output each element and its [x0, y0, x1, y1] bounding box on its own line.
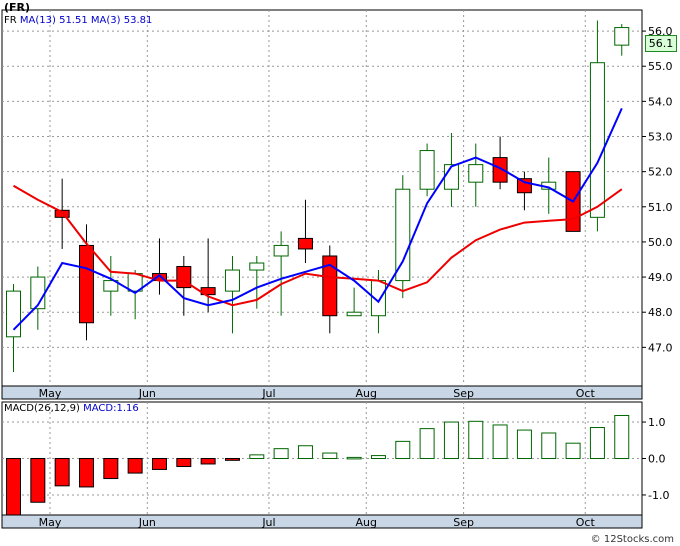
price-month-label: Sep — [453, 387, 474, 400]
macd-bar-positive — [249, 454, 265, 459]
price-tick-label: 55.0 — [648, 60, 673, 73]
price-month-label: Jul — [261, 387, 275, 400]
price-tick-label: 53.0 — [648, 131, 673, 144]
price-tick-label: 47.0 — [648, 341, 673, 354]
credit-label: © 12Stocks.com — [590, 534, 674, 545]
macd-bar-positive — [370, 455, 386, 459]
macd-bar-positive — [273, 448, 289, 459]
macd-label: MACD(26,12,9) — [4, 403, 80, 414]
candle-down — [78, 244, 94, 324]
macd-month-label: Sep — [453, 516, 474, 529]
candle-up — [346, 311, 362, 317]
macd-tick-label: 1.0 — [648, 416, 666, 429]
ma3-value: 53.81 — [123, 15, 153, 26]
macd-bar-positive — [443, 421, 459, 460]
macd-bar-negative — [224, 458, 240, 461]
macd-bar-positive — [322, 452, 338, 459]
candle-up — [468, 164, 484, 183]
macd-bar-positive — [468, 420, 484, 460]
ticker-label: FR — [4, 15, 17, 26]
price-tick-label: 48.0 — [648, 306, 673, 319]
macd-bar-negative — [200, 458, 216, 465]
macd-bar-positive — [589, 427, 605, 460]
macd-bar-positive — [565, 442, 581, 459]
macd-bar-negative — [78, 458, 94, 488]
ma13-value: 51.51 — [59, 15, 88, 26]
price-month-label: Aug — [356, 387, 377, 400]
macd-month-label: Jun — [138, 516, 156, 529]
candle-up — [224, 269, 240, 292]
ma3-label: MA(3) — [90, 15, 121, 26]
candle-down — [516, 178, 532, 194]
price-month-band — [1, 385, 643, 400]
macd-bar-positive — [492, 424, 508, 459]
macd-bar-positive — [297, 445, 313, 460]
candle-up — [443, 164, 459, 190]
last-price-tag: 56.1 — [645, 35, 677, 52]
macd-month-label: Aug — [356, 516, 377, 529]
macd-tick-label: -1.0 — [648, 489, 669, 502]
price-tick-label: 54.0 — [648, 95, 673, 108]
ma13-label: MA(13) — [19, 15, 56, 26]
chart-stage: 47.0 48.0 49.0 50.0 51.0 52.0 53.0 54.0 55.0 56.0… — [0, 0, 680, 546]
candle-up — [589, 62, 605, 218]
macd-bar-negative — [103, 458, 119, 480]
price-month-label: May — [39, 387, 62, 400]
candle-up — [395, 188, 411, 282]
macd-bar-negative — [54, 458, 70, 487]
candle-up — [419, 150, 435, 190]
macd-bar-positive — [516, 429, 532, 460]
macd-bar-positive — [614, 414, 630, 459]
price-tick-label: 50.0 — [648, 236, 673, 249]
price-tick-label: 51.0 — [648, 201, 673, 214]
macd-month-band — [1, 514, 643, 529]
macd-bar-negative — [127, 458, 143, 474]
price-month-label: Jun — [138, 387, 156, 400]
candle-up — [6, 290, 21, 338]
macd-bar-negative — [151, 458, 167, 470]
macd-bar-positive — [395, 440, 411, 459]
price-tick-label: 49.0 — [648, 271, 673, 284]
stock-chart: 47.048.049.050.051.052.053.054.055.056.0… — [1, 9, 673, 529]
ma-legend: FR MA(13) 51.51 MA(3) 53.81 — [4, 15, 152, 26]
macd-bar-negative — [176, 458, 192, 468]
macd-bar-positive — [541, 432, 557, 459]
candle-down — [297, 237, 313, 250]
macd-month-label: Jul — [261, 516, 275, 529]
macd-month-label: Oct — [576, 516, 596, 529]
candle-up — [273, 244, 289, 257]
price-tick-label: 52.0 — [648, 166, 673, 179]
macd-month-label: May — [39, 516, 62, 529]
candle-up — [614, 27, 630, 46]
price-month-label: Oct — [576, 387, 596, 400]
macd-legend: MACD(26,12,9) MACD:1.16 — [4, 403, 139, 414]
macd-bar-positive — [346, 456, 362, 460]
symbol-label: (FR) — [4, 1, 31, 14]
macd-bar-negative — [6, 458, 21, 516]
macd-tick-label: 0.0 — [648, 453, 666, 466]
macd-value: MACD:1.16 — [83, 403, 139, 414]
candle-up — [249, 262, 265, 271]
macd-bar-positive — [419, 428, 435, 460]
macd-bar-negative — [30, 458, 46, 503]
